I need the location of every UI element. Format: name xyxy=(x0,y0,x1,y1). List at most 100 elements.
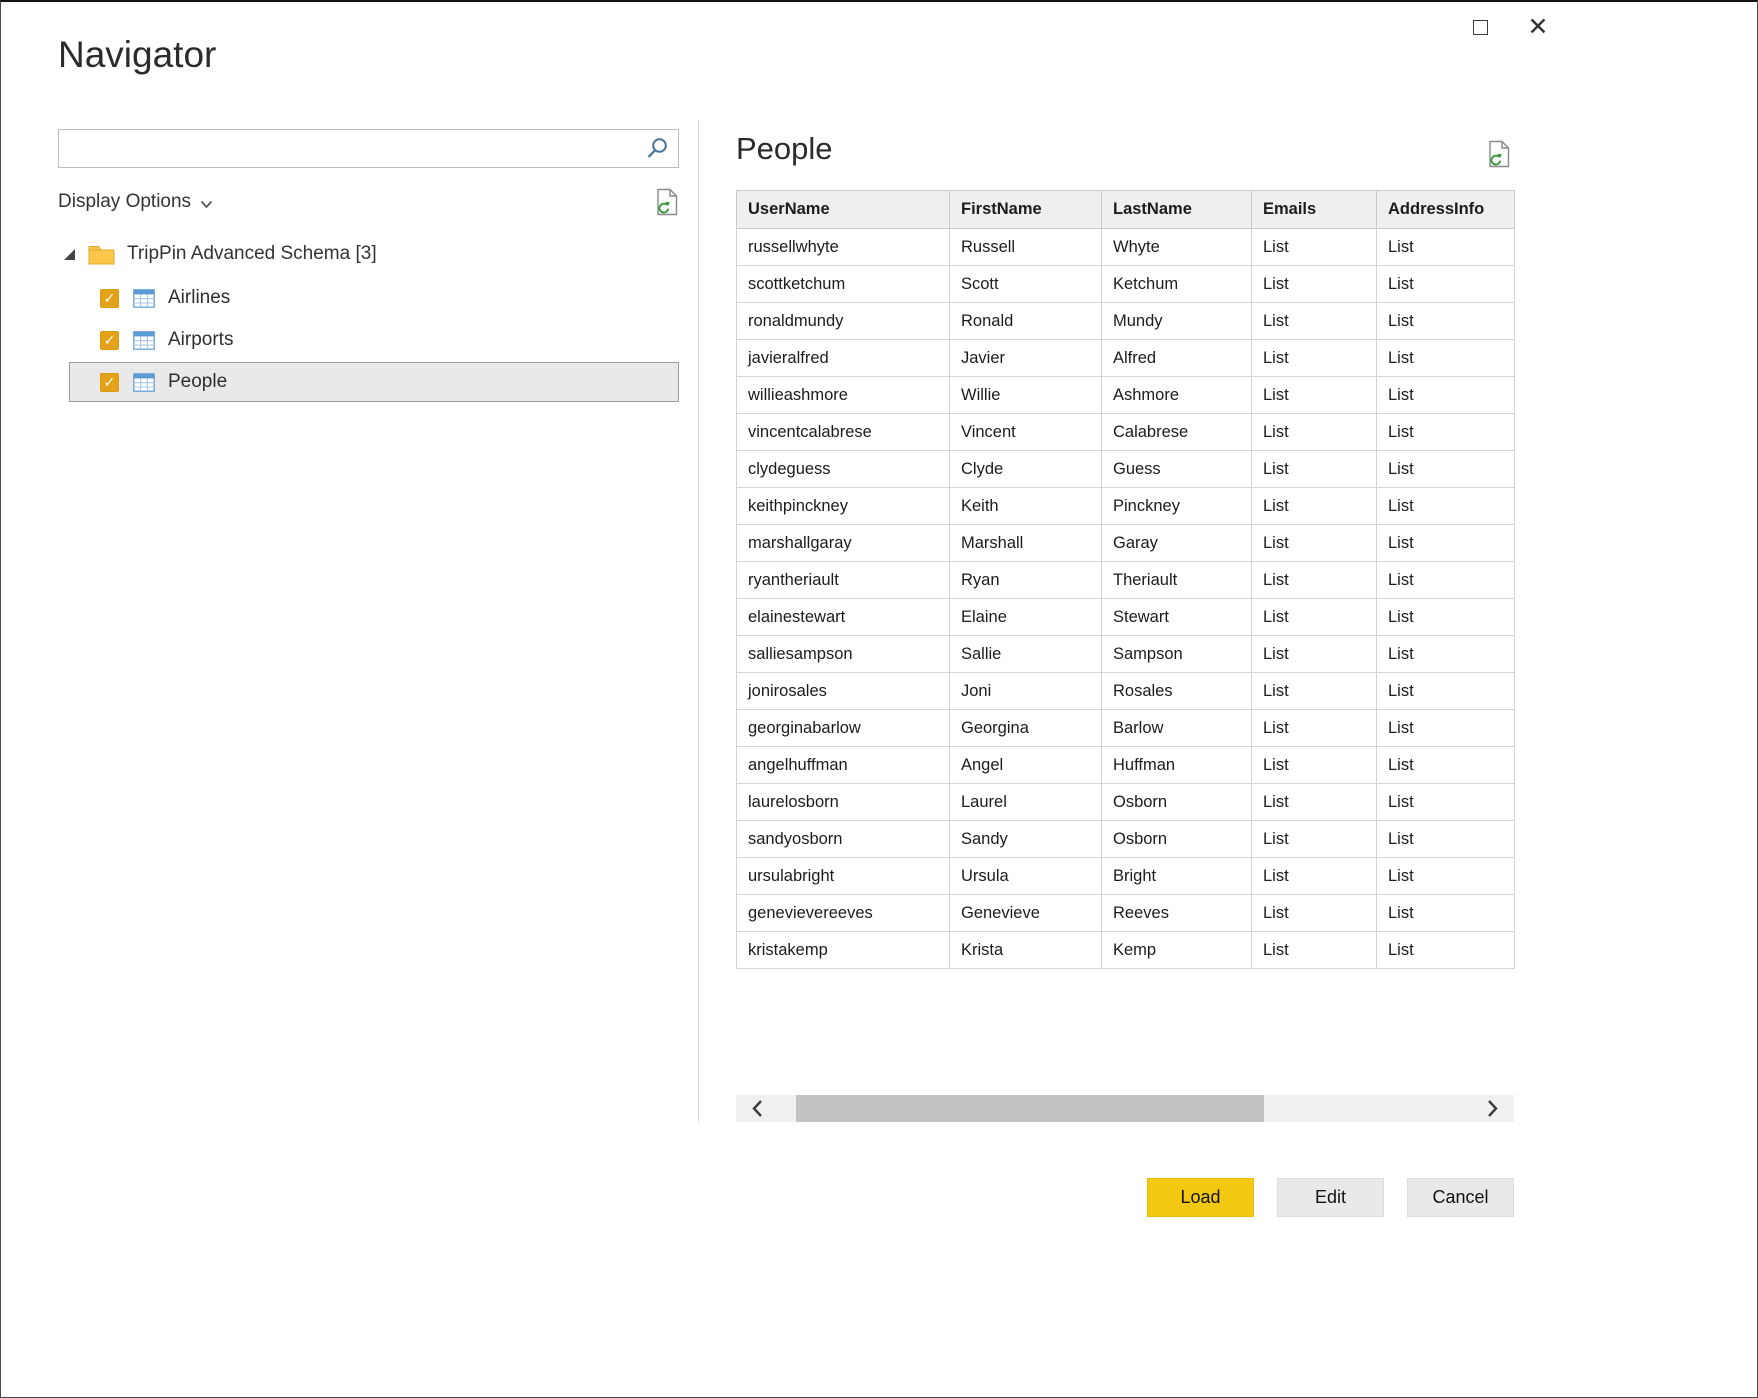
maximize-button[interactable] xyxy=(1461,8,1499,46)
table-cell: Guess xyxy=(1102,451,1252,488)
refresh-icon xyxy=(1488,140,1511,168)
table-cell: Whyte xyxy=(1102,229,1252,266)
tree-root-label: TripPin Advanced Schema [3] xyxy=(127,243,377,265)
table-row: ronaldmundyRonaldMundyListList xyxy=(737,303,1515,340)
edit-button[interactable]: Edit xyxy=(1277,1178,1384,1217)
table-cell: List xyxy=(1252,562,1377,599)
table-cell: List xyxy=(1377,599,1515,636)
table-cell: List xyxy=(1252,229,1377,266)
table-cell: List xyxy=(1377,636,1515,673)
table-cell: List xyxy=(1377,266,1515,303)
column-header-addressinfo: AddressInfo xyxy=(1377,191,1515,229)
table-cell: vincentcalabrese xyxy=(737,414,950,451)
column-header-lastname: LastName xyxy=(1102,191,1252,229)
table-cell: Sallie xyxy=(950,636,1102,673)
table-cell: Stewart xyxy=(1102,599,1252,636)
table-cell: List xyxy=(1252,599,1377,636)
table-cell: List xyxy=(1377,747,1515,784)
table-cell: List xyxy=(1377,229,1515,266)
close-button[interactable]: ✕ xyxy=(1519,8,1557,46)
table-cell: Keith xyxy=(950,488,1102,525)
table-cell: List xyxy=(1377,377,1515,414)
tree-item-label: People xyxy=(168,371,227,393)
table-cell: Osborn xyxy=(1102,784,1252,821)
search-input[interactable] xyxy=(59,130,636,167)
tree-item-airlines[interactable]: ✓Airlines xyxy=(69,278,679,318)
table-cell: Genevieve xyxy=(950,895,1102,932)
table-cell: List xyxy=(1252,636,1377,673)
table-cell: Marshall xyxy=(950,525,1102,562)
table-row: elainestewartElaineStewartListList xyxy=(737,599,1515,636)
schema-tree: TripPin Advanced Schema [3] ✓Airlines✓Ai… xyxy=(58,232,679,404)
table-cell: List xyxy=(1252,377,1377,414)
table-row: laurelosbornLaurelOsbornListList xyxy=(737,784,1515,821)
scroll-right-button[interactable] xyxy=(1472,1095,1514,1122)
table-row: jonirosalesJoniRosalesListList xyxy=(737,673,1515,710)
table-cell: russellwhyte xyxy=(737,229,950,266)
table-cell: Ashmore xyxy=(1102,377,1252,414)
table-cell: Garay xyxy=(1102,525,1252,562)
table-cell: ursulabright xyxy=(737,858,950,895)
table-cell: List xyxy=(1252,303,1377,340)
preview-table: UserNameFirstNameLastNameEmailsAddressIn… xyxy=(736,190,1515,969)
table-cell: Sandy xyxy=(950,821,1102,858)
tree-item-label: Airports xyxy=(168,329,233,351)
table-row: sandyosbornSandyOsbornListList xyxy=(737,821,1515,858)
table-cell: List xyxy=(1252,673,1377,710)
table-cell: willieashmore xyxy=(737,377,950,414)
table-cell: clydeguess xyxy=(737,451,950,488)
table-cell: georginabarlow xyxy=(737,710,950,747)
table-cell: List xyxy=(1377,488,1515,525)
checkbox-icon[interactable]: ✓ xyxy=(100,373,119,392)
table-cell: List xyxy=(1377,932,1515,969)
tree-item-people[interactable]: ✓ People xyxy=(69,362,679,402)
chevron-down-icon[interactable] xyxy=(200,200,213,209)
table-row: scottketchumScottKetchumListList xyxy=(737,266,1515,303)
table-row: kristakempKristaKempListList xyxy=(737,932,1515,969)
table-cell: ryantheriault xyxy=(737,562,950,599)
scrollbar-thumb[interactable] xyxy=(796,1095,1264,1122)
table-cell: elainestewart xyxy=(737,599,950,636)
table-cell: Kemp xyxy=(1102,932,1252,969)
maximize-icon xyxy=(1473,20,1488,35)
column-header-emails: Emails xyxy=(1252,191,1377,229)
checkbox-icon[interactable]: ✓ xyxy=(100,331,119,350)
table-cell: Ursula xyxy=(950,858,1102,895)
table-row: genevievereevesGenevieveReevesListList xyxy=(737,895,1515,932)
table-cell: ronaldmundy xyxy=(737,303,950,340)
table-cell: List xyxy=(1252,895,1377,932)
scroll-left-button[interactable] xyxy=(736,1095,778,1122)
refresh-preview-button[interactable] xyxy=(1488,140,1511,168)
table-cell: Bright xyxy=(1102,858,1252,895)
chevron-left-icon xyxy=(751,1099,763,1118)
search-button[interactable] xyxy=(636,130,678,167)
cancel-button[interactable]: Cancel xyxy=(1407,1178,1514,1217)
tree-item-airports[interactable]: ✓ Airports xyxy=(69,320,679,360)
table-row: vincentcalabreseVincentCalabreseListList xyxy=(737,414,1515,451)
preview-title: People xyxy=(736,131,833,167)
horizontal-scrollbar[interactable] xyxy=(736,1095,1514,1122)
table-cell: List xyxy=(1377,525,1515,562)
table-cell: Angel xyxy=(950,747,1102,784)
column-header-firstname: FirstName xyxy=(950,191,1102,229)
table-icon xyxy=(133,373,155,392)
table-cell: Elaine xyxy=(950,599,1102,636)
tree-root[interactable]: TripPin Advanced Schema [3] xyxy=(58,232,679,276)
table-cell: Joni xyxy=(950,673,1102,710)
chevron-right-icon xyxy=(1487,1099,1499,1118)
table-cell: Krista xyxy=(950,932,1102,969)
expander-icon[interactable] xyxy=(64,249,75,260)
checkbox-icon[interactable]: ✓ xyxy=(100,289,119,308)
load-button[interactable]: Load xyxy=(1147,1178,1254,1217)
display-options-label[interactable]: Display Options xyxy=(58,191,191,213)
table-cell: Rosales xyxy=(1102,673,1252,710)
table-row: ursulabrightUrsulaBrightListList xyxy=(737,858,1515,895)
dialog-title: Navigator xyxy=(58,34,216,76)
refresh-button[interactable] xyxy=(656,188,679,216)
table-cell: Vincent xyxy=(950,414,1102,451)
table-cell: List xyxy=(1252,525,1377,562)
table-cell: List xyxy=(1252,451,1377,488)
table-cell: List xyxy=(1252,340,1377,377)
table-cell: List xyxy=(1377,562,1515,599)
table-cell: List xyxy=(1252,821,1377,858)
